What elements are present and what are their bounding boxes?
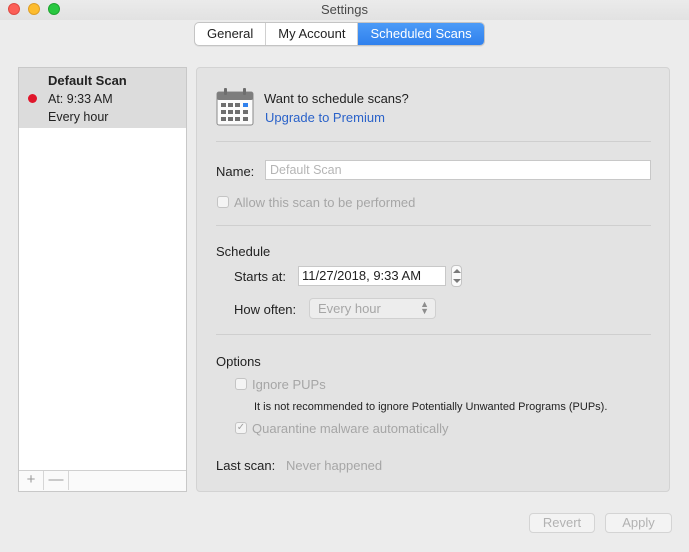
last-scan-value: Never happened	[286, 458, 383, 473]
remove-scan-button[interactable]: —	[44, 471, 69, 490]
how-often-label: How often:	[234, 302, 297, 317]
scan-list-item[interactable]: Default Scan At: 9:33 AM Every hour	[19, 68, 186, 128]
window-title: Settings	[321, 2, 368, 17]
divider	[216, 334, 651, 335]
frequency-select[interactable]: Every hour ▲ ▼	[309, 298, 436, 319]
pups-warning-note: It is not recommended to ignore Potentia…	[254, 401, 608, 413]
add-scan-button[interactable]: +	[19, 471, 44, 490]
allow-scan-label: Allow this scan to be performed	[234, 195, 416, 210]
chevron-updown-icon: ▲ ▼	[420, 299, 429, 316]
tab-bar: General My Account Scheduled Scans	[194, 22, 485, 46]
starts-at-label: Starts at:	[234, 269, 287, 284]
ignore-pups-checkbox[interactable]	[235, 378, 247, 390]
scan-item-time: At: 9:33 AM	[48, 92, 113, 106]
scan-settings-panel: Want to schedule scans? Upgrade to Premi…	[196, 67, 670, 492]
options-title: Options	[216, 354, 261, 369]
scan-status-dot	[28, 94, 37, 103]
tab-my-account[interactable]: My Account	[266, 23, 359, 45]
start-datetime-field[interactable]: 11/27/2018, 9:33 AM	[298, 266, 446, 286]
name-label: Name:	[216, 164, 255, 179]
scan-list-toolbar: + —	[19, 470, 186, 491]
ignore-pups-label: Ignore PUPs	[252, 377, 326, 392]
scan-item-frequency: Every hour	[48, 110, 109, 124]
calendar-icon	[216, 88, 254, 126]
upgrade-premium-link[interactable]: Upgrade to Premium	[265, 110, 385, 125]
scan-list: Default Scan At: 9:33 AM Every hour + —	[18, 67, 187, 492]
title-bar: Settings	[0, 0, 689, 20]
frequency-select-value: Every hour	[318, 301, 381, 316]
quarantine-label: Quarantine malware automatically	[252, 421, 449, 436]
revert-button[interactable]: Revert	[529, 513, 595, 533]
last-scan-label: Last scan:	[216, 458, 276, 473]
schedule-title: Schedule	[216, 244, 271, 259]
divider	[216, 225, 651, 226]
tab-general[interactable]: General	[195, 23, 267, 45]
allow-scan-checkbox[interactable]	[217, 196, 229, 208]
scan-name-input[interactable]	[265, 160, 651, 180]
tab-scheduled-scans[interactable]: Scheduled Scans	[358, 23, 484, 45]
stepper-down-icon[interactable]	[453, 279, 461, 283]
promo-question: Want to schedule scans?	[264, 91, 409, 106]
divider	[216, 141, 651, 142]
apply-button[interactable]: Apply	[605, 513, 672, 533]
stepper-up-icon[interactable]	[453, 269, 461, 273]
datetime-stepper[interactable]	[451, 265, 462, 287]
quarantine-checkbox[interactable]: ✓	[235, 422, 247, 434]
scan-item-name: Default Scan	[48, 73, 127, 88]
